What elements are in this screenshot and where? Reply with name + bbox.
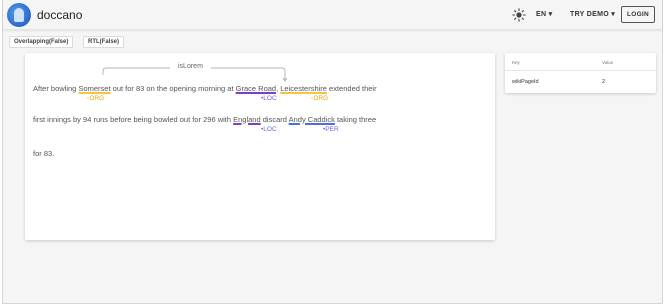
app-name[interactable]: doccano: [37, 8, 82, 22]
entity-grace-road[interactable]: Grace Road: [236, 84, 276, 93]
login-button[interactable]: LOGIN: [621, 6, 655, 23]
label-loc-england[interactable]: •LOC: [261, 126, 277, 133]
label-per-andy-caddick[interactable]: •PER: [323, 126, 339, 133]
text-line-2: first innings by 94 runs before being bo…: [33, 115, 377, 124]
entity-england[interactable]: England: [233, 115, 261, 124]
app-frame: doccano EN ▾ TRY DEMO ▾ LOGIN Overlappin…: [2, 0, 663, 304]
sun-icon[interactable]: [512, 8, 526, 22]
table-cell-key: wikiPageId: [512, 79, 539, 85]
entity-leicestershire[interactable]: Leicestershire: [280, 84, 327, 93]
doccano-logo-icon[interactable]: [7, 3, 31, 27]
annotation-card: isLorem After bowling Somerset out for 8…: [25, 53, 495, 240]
app-bar: doccano EN ▾ TRY DEMO ▾ LOGIN: [3, 0, 662, 30]
label-org-leicestershire[interactable]: ◦ORG: [311, 95, 328, 102]
column-header-key: Key: [512, 60, 520, 65]
language-menu[interactable]: EN ▾: [536, 10, 552, 18]
rtl-chip[interactable]: RTL(False): [83, 36, 125, 48]
text-line-3: for 83.: [33, 149, 55, 158]
table-cell-value: 2: [602, 79, 606, 85]
metadata-table: Key Value wikiPageId 2: [505, 53, 656, 93]
label-org-somerset[interactable]: ◦ORG: [87, 95, 104, 102]
entity-andy-caddick[interactable]: Andy Caddick: [289, 115, 335, 124]
table-divider: [505, 70, 656, 71]
label-loc-grace-road[interactable]: •LOC: [261, 95, 277, 102]
try-demo-menu[interactable]: TRY DEMO ▾: [570, 10, 615, 18]
text-line-1: After bowling Somerset out for 83 on the…: [33, 84, 377, 93]
column-header-value: Value: [602, 60, 614, 65]
relation-label[interactable]: isLorem: [178, 63, 203, 70]
entity-somerset[interactable]: Somerset: [78, 84, 110, 93]
overlapping-chip[interactable]: Overlapping(False): [9, 36, 74, 48]
